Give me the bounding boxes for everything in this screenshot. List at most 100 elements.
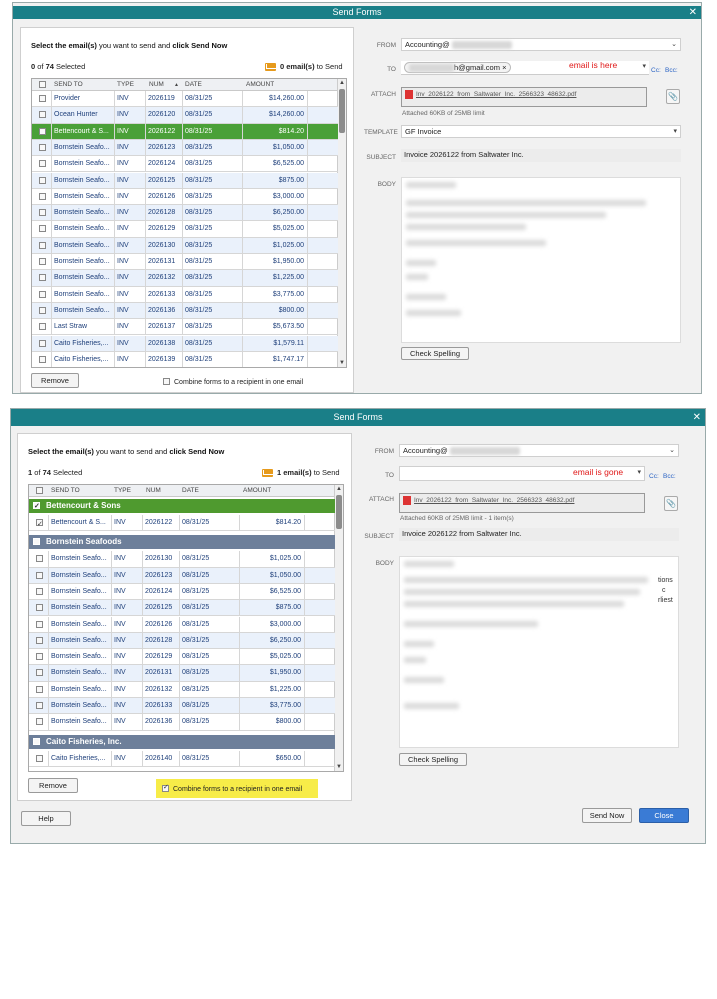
col-date[interactable]: DATE [185, 79, 202, 90]
row-checkbox[interactable] [36, 517, 43, 530]
attach-paperclip-icon[interactable]: 📎 [666, 89, 680, 104]
row-checkbox[interactable] [39, 355, 46, 363]
row-checkbox[interactable] [39, 306, 46, 314]
col-amount[interactable]: AMOUNT [243, 485, 271, 496]
attach-paperclip-icon[interactable]: 📎 [664, 496, 678, 511]
table-row[interactable]: Caito Fisheries,... INV 2026140 08/31/25 $65… [29, 750, 335, 767]
row-checkbox[interactable] [39, 127, 46, 135]
row-checkbox[interactable] [39, 323, 46, 331]
close-button[interactable]: Close [639, 808, 689, 823]
table-row[interactable]: Bornstein Seafo... INV 2026124 08/31/25 $6,5… [32, 156, 338, 173]
select-all-checkbox[interactable] [39, 81, 46, 88]
row-checkbox[interactable] [39, 111, 46, 119]
check-spelling-button[interactable]: Check Spelling [401, 347, 469, 360]
table-row[interactable]: Caito Fisheries,... INV 2026138 08/31/25 $1,… [32, 335, 338, 352]
table-row[interactable]: Bornstein Seafo... INV 2026123 08/31/25 $1,0… [32, 139, 338, 157]
chevron-down-icon[interactable]: ⌄ [669, 445, 675, 456]
table-row[interactable]: Bettencourt & S...INV202612208/31/25$814… [29, 515, 335, 532]
remove-button[interactable]: Remove [31, 373, 79, 388]
scroll-up-icon[interactable]: ▲ [339, 80, 345, 86]
group-header[interactable]: Bornstein Seafoods [29, 535, 335, 550]
subject-field[interactable]: Invoice 2026122 from Saltwater Inc. [399, 528, 679, 541]
table-row[interactable]: Caito Fisheries,... INV 2026139 08/31/25 $1,… [32, 351, 338, 367]
combine-option[interactable]: Combine forms to a recipient in one emai… [163, 377, 303, 386]
row-checkbox[interactable] [39, 192, 46, 200]
remove-button[interactable]: Remove [28, 778, 78, 793]
select-all-checkbox[interactable] [36, 487, 43, 494]
row-checkbox[interactable] [36, 604, 43, 612]
row-checkbox[interactable] [39, 176, 46, 184]
table-row[interactable]: Bornstein Seafo... INV 2026136 08/31/25 $800… [32, 302, 338, 320]
remove-recipient-icon[interactable]: × [502, 63, 506, 72]
grid-scrollbar[interactable]: ▲ ▼ [334, 485, 343, 771]
row-checkbox[interactable] [39, 143, 46, 151]
table-row[interactable]: Ocean Hunter INV 2026120 08/31/25 $14,260.00 [32, 107, 338, 124]
close-icon[interactable]: ✕ [693, 409, 701, 426]
from-select[interactable]: Accounting@ ⌄ [399, 444, 679, 457]
cc-link[interactable]: Cc: [651, 67, 661, 74]
scroll-down-icon[interactable]: ▼ [336, 764, 342, 770]
template-select[interactable]: GF Invoice ▾ [401, 125, 681, 138]
attachment-link[interactable]: Inv_2026122_from_Saltwater_Inc._2566323_… [416, 91, 576, 98]
col-type[interactable]: TYPE [114, 485, 131, 496]
table-row[interactable]: Bettencourt & S...INV202612208/31/25$814… [32, 123, 338, 140]
table-row[interactable]: Bornstein Seafo... INV 2026126 08/31/25 $3,0… [29, 616, 335, 633]
table-row[interactable]: Provider INV 2026119 08/31/25 $14,260.00 [32, 91, 338, 108]
table-row[interactable]: Bornstein Seafo... INV 2026125 08/31/25 $875… [32, 172, 338, 189]
group-header[interactable]: Caito Fisheries, Inc. [29, 734, 335, 749]
table-row[interactable]: Bornstein Seafo... INV 2026126 08/31/25 $3,0… [32, 188, 338, 206]
table-row[interactable]: Bornstein Seafo... INV 2026129 08/31/25 $5,0… [32, 221, 338, 238]
col-send-to[interactable]: SEND TO [54, 79, 83, 90]
table-row[interactable]: Bornstein Seafo... INV 2026123 08/31/25 $1,0… [29, 567, 335, 584]
col-type[interactable]: TYPE [117, 79, 134, 90]
chevron-down-icon[interactable]: ▾ [637, 467, 641, 478]
row-checkbox[interactable] [36, 555, 43, 563]
send-now-button[interactable]: Send Now [582, 808, 632, 823]
row-checkbox[interactable] [36, 669, 43, 677]
from-select[interactable]: Accounting@ ⌄ [401, 38, 681, 51]
table-row[interactable]: Bornstein Seafo... INV 2026131 08/31/25 $1,9… [32, 254, 338, 271]
row-checkbox[interactable] [36, 571, 43, 579]
table-row[interactable]: Bornstein Seafo... INV 2026132 08/31/25 $1,2… [32, 270, 338, 287]
group-checkbox[interactable] [33, 538, 40, 546]
row-checkbox[interactable] [36, 754, 43, 762]
subject-field[interactable]: Invoice 2026122 from Saltwater Inc. [401, 149, 681, 162]
scroll-up-icon[interactable]: ▲ [336, 486, 342, 492]
scroll-thumb[interactable] [339, 89, 345, 133]
table-row[interactable]: Last Straw INV 2026137 08/31/25 $5,673.50 [32, 319, 338, 336]
bcc-link[interactable]: Bcc: [665, 67, 678, 74]
group-checkbox[interactable] [33, 737, 40, 745]
table-row[interactable]: Bornstein Seafo... INV 2026124 08/31/25 $6,5… [29, 583, 335, 601]
row-checkbox[interactable] [39, 274, 46, 282]
combine-checkbox[interactable] [162, 783, 169, 792]
attachment-link[interactable]: Inv_2026122_from_Saltwater_Inc._2566323_… [414, 497, 574, 504]
chevron-down-icon[interactable]: ▾ [642, 61, 646, 72]
row-checkbox[interactable] [39, 160, 46, 168]
close-icon[interactable]: ✕ [689, 6, 697, 19]
table-row[interactable]: Bornstein Seafo... INV 2026128 08/31/25 $6,2… [29, 632, 335, 650]
table-row[interactable]: Bornstein Seafo... INV 2026129 08/31/25 $5,0… [29, 649, 335, 666]
row-checkbox[interactable] [39, 241, 46, 249]
col-date[interactable]: DATE [182, 485, 199, 496]
body-editor[interactable] [401, 177, 681, 343]
group-header[interactable]: Bettencourt & Sons [29, 499, 335, 514]
row-checkbox[interactable] [39, 209, 46, 217]
table-row[interactable]: Bornstein Seafo... INV 2026131 08/31/25 $1,9… [29, 665, 335, 682]
row-checkbox[interactable] [36, 636, 43, 644]
table-row[interactable]: Bornstein Seafo... INV 2026136 08/31/25 $800… [29, 714, 335, 731]
row-checkbox[interactable] [36, 702, 43, 709]
row-checkbox[interactable] [39, 290, 46, 298]
col-send-to[interactable]: SEND TO [51, 485, 80, 496]
row-checkbox[interactable] [36, 685, 43, 693]
row-checkbox[interactable] [36, 587, 43, 595]
row-checkbox[interactable] [39, 258, 46, 265]
bcc-link[interactable]: Bcc: [663, 473, 676, 480]
cc-link[interactable]: Cc: [649, 473, 659, 480]
col-num[interactable]: NUM [149, 79, 164, 90]
row-checkbox[interactable] [39, 225, 46, 233]
table-row[interactable]: Bornstein Seafo... INV 2026125 08/31/25 $875… [29, 600, 335, 617]
row-checkbox[interactable] [36, 620, 43, 628]
body-editor[interactable]: tions c rliest [399, 556, 679, 748]
col-num[interactable]: NUM [146, 485, 161, 496]
recipient-chip[interactable]: h@gmail.com × [404, 62, 512, 74]
